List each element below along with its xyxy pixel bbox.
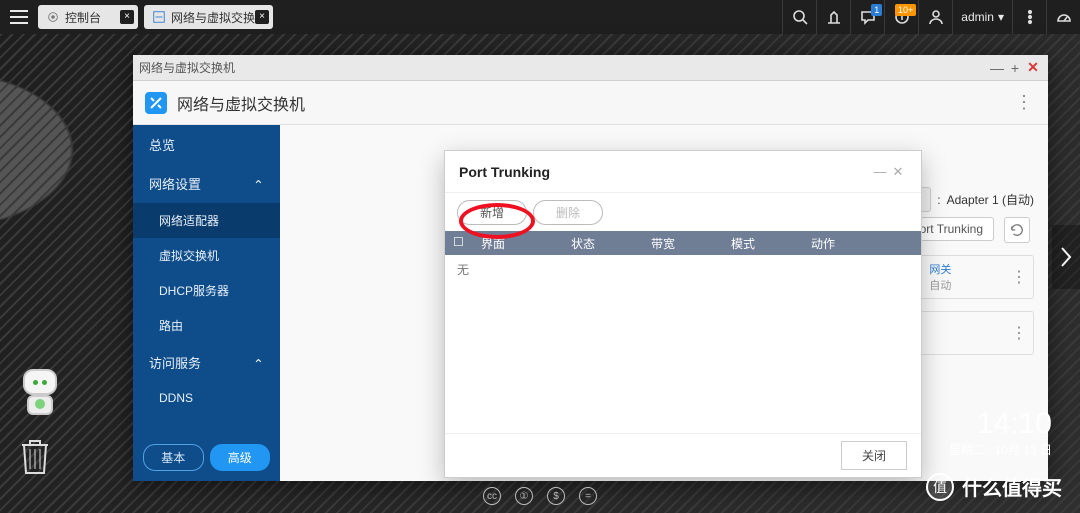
- app-window: 网络与虚拟交换机 — + ✕ 网络与虚拟交换机 ⋮ 总览 网络设置⌄ 网络适配器…: [133, 55, 1048, 481]
- col-status: 状态: [563, 231, 643, 255]
- speech-icon[interactable]: 1: [850, 0, 884, 34]
- window-title: 网络与虚拟交换机: [139, 59, 235, 76]
- network-icon: [152, 10, 166, 24]
- dialog-title: Port Trunking: [459, 164, 550, 180]
- tab-label: 网络与虚拟交换...: [171, 9, 265, 26]
- col-mode: 模式: [723, 231, 803, 255]
- gear-icon: [46, 10, 60, 24]
- clock-time: 14:10: [949, 407, 1052, 441]
- main-panel: 默认网关 : Adapter 1 (自动) + Port Trunking rl…: [280, 125, 1048, 481]
- col-action: 动作: [803, 231, 921, 255]
- dialog-toolbar: 新增 删除: [445, 193, 921, 231]
- nc-icon: $: [547, 487, 565, 505]
- sidebar-footer: 基本 高级: [133, 434, 280, 481]
- dashboard-icon[interactable]: [1046, 0, 1080, 34]
- sidebar-group-network[interactable]: 网络设置⌄: [133, 164, 280, 203]
- taskbar-tab-console[interactable]: 控制台 ×: [38, 5, 138, 29]
- mode-advanced-button[interactable]: 高级: [210, 444, 271, 471]
- menu-icon[interactable]: [0, 0, 38, 34]
- trash-icon[interactable]: [18, 435, 52, 475]
- sidebar-item-vswitch[interactable]: 虚拟交换机: [133, 238, 280, 273]
- assistant-icon[interactable]: [18, 369, 62, 417]
- table-header: ☐ 界面 状态 带宽 模式 动作: [445, 231, 921, 255]
- checkbox-header[interactable]: ☐: [445, 231, 473, 255]
- chevron-up-icon: ⌄: [253, 355, 264, 371]
- next-arrow[interactable]: [1052, 225, 1080, 289]
- app-more-icon[interactable]: ⋮: [1012, 92, 1036, 113]
- chevron-up-icon: ⌄: [253, 176, 264, 192]
- watermark: 值 什么值得买: [926, 472, 1062, 501]
- sidebar-group-access[interactable]: 访问服务⌄: [133, 343, 280, 382]
- sidebar-item-dhcp[interactable]: DHCP服务器: [133, 273, 280, 308]
- maximize-icon[interactable]: +: [1006, 59, 1024, 77]
- cc-icon: cc: [483, 487, 501, 505]
- sidebar-item-adapter[interactable]: 网络适配器: [133, 203, 280, 238]
- desktop-clock: 14:10 星期二 , 10月 13 日: [949, 407, 1052, 458]
- app-header: 网络与虚拟交换机 ⋮: [133, 81, 1048, 125]
- close-button[interactable]: 关闭: [841, 441, 907, 470]
- app-icon: [145, 92, 167, 114]
- app-title: 网络与虚拟交换机: [177, 91, 305, 115]
- col-interface: 界面: [473, 231, 563, 255]
- by-icon: ①: [515, 487, 533, 505]
- clock-date: 星期二 , 10月 13 日: [949, 441, 1052, 458]
- sidebar-item-route[interactable]: 路由: [133, 308, 280, 343]
- chevron-down-icon: ▾: [998, 10, 1004, 24]
- watermark-logo: 值: [926, 473, 954, 501]
- updates-icon[interactable]: [816, 0, 850, 34]
- delete-button[interactable]: 删除: [533, 200, 603, 225]
- close-icon[interactable]: ×: [120, 10, 134, 24]
- mode-basic-button[interactable]: 基本: [143, 444, 204, 471]
- table-empty: 无: [445, 255, 921, 433]
- refresh-icon[interactable]: [1004, 217, 1030, 243]
- username-display[interactable]: admin ▾: [952, 0, 1012, 34]
- minimize-icon[interactable]: —: [871, 164, 889, 179]
- add-button[interactable]: 新增: [457, 200, 527, 225]
- search-icon[interactable]: [782, 0, 816, 34]
- close-icon[interactable]: ✕: [889, 164, 907, 180]
- col-bandwidth: 带宽: [643, 231, 723, 255]
- sidebar: 总览 网络设置⌄ 网络适配器 虚拟交换机 DHCP服务器 路由 访问服务⌄ DD…: [133, 125, 280, 481]
- taskbar-tab-network[interactable]: 网络与虚拟交换... ×: [144, 5, 273, 29]
- user-icon[interactable]: [918, 0, 952, 34]
- badge: 10+: [895, 4, 916, 16]
- card-more-icon[interactable]: ⋮: [1011, 323, 1025, 343]
- adapter-label: Adapter 1 (自动): [947, 191, 1034, 208]
- close-icon[interactable]: ×: [255, 10, 269, 24]
- dialog-header[interactable]: Port Trunking — ✕: [445, 151, 921, 193]
- card-more-icon[interactable]: ⋮: [1011, 267, 1025, 287]
- more-icon[interactable]: [1012, 0, 1046, 34]
- nd-icon: =: [579, 487, 597, 505]
- desktop-dock: [18, 369, 62, 475]
- badge: 1: [871, 4, 882, 16]
- port-trunking-dialog: Port Trunking — ✕ 新增 删除 ☐ 界面 状态 带宽 模式 动作: [444, 150, 922, 478]
- close-icon[interactable]: ✕: [1024, 59, 1042, 77]
- taskbar: 控制台 × 网络与虚拟交换... × 1 10+ admin ▾: [0, 0, 1080, 34]
- sidebar-group-overview[interactable]: 总览: [133, 125, 280, 164]
- info-icon[interactable]: 10+: [884, 0, 918, 34]
- tab-label: 控制台: [65, 9, 101, 26]
- window-titlebar[interactable]: 网络与虚拟交换机 — + ✕: [133, 55, 1048, 81]
- card-subtitle: 自动: [929, 277, 951, 293]
- taskbar-tray: 1 10+ admin ▾: [782, 0, 1080, 34]
- sidebar-item-ddns[interactable]: DDNS: [133, 382, 280, 414]
- footer-icons: cc ① $ =: [483, 487, 597, 505]
- card-title: 网关: [929, 261, 951, 277]
- minimize-icon[interactable]: —: [988, 59, 1006, 77]
- watermark-text: 什么值得买: [962, 472, 1062, 501]
